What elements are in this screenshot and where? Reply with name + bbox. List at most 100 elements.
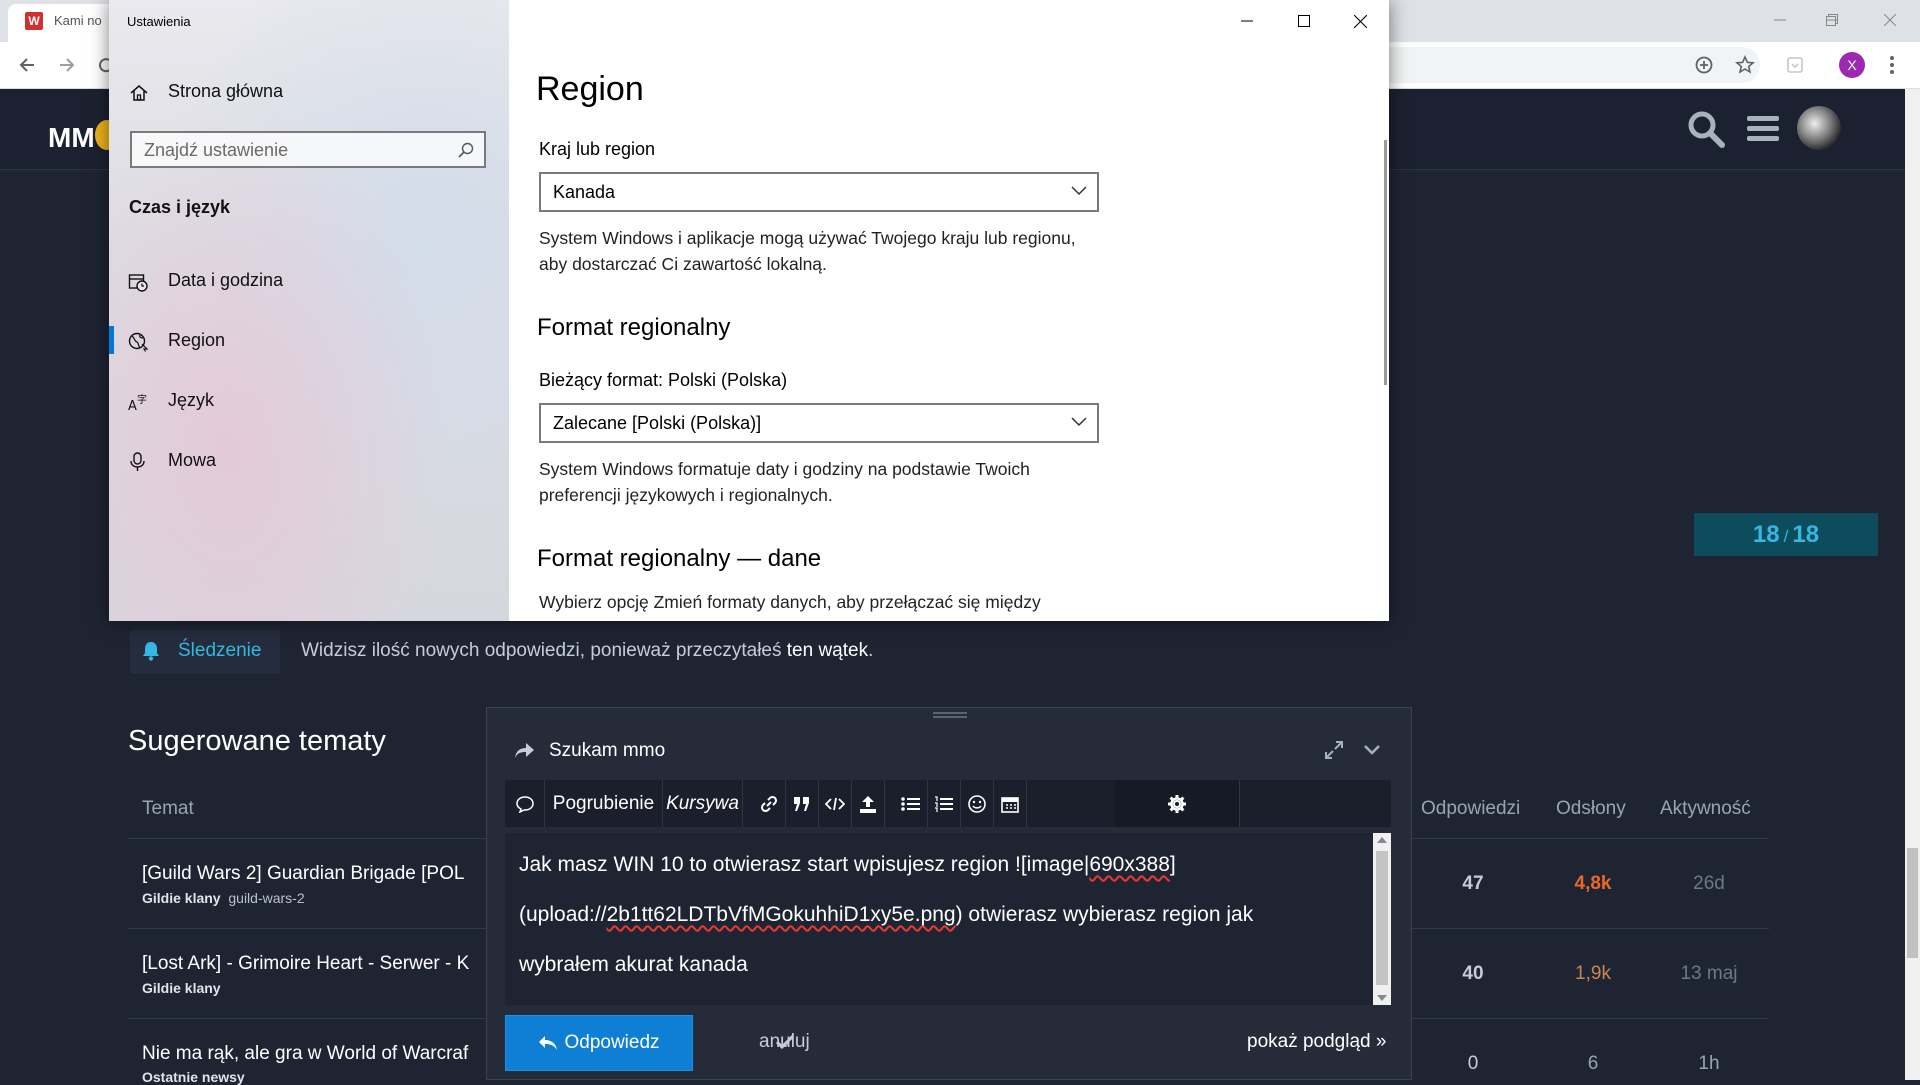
profile-avatar: X [1839,52,1865,78]
views-count: 4,8k [1574,873,1612,894]
scroll-down-icon[interactable] [1377,995,1387,1001]
code-button[interactable] [819,780,852,827]
tracking-topic-link[interactable]: ten wątek [787,640,868,661]
settings-close-button[interactable] [1332,0,1389,42]
quote-button[interactable] [786,780,819,827]
editor-scrollbar-thumb[interactable] [1376,851,1388,985]
forum-logo[interactable]: MM [48,122,95,154]
nav-label: Język [168,390,215,410]
settings-section-title: Czas i język [129,197,231,217]
settings-page-title: Region [536,70,644,108]
nav-item-language[interactable]: A字 Język [109,378,509,426]
collapse-composer-button[interactable] [1363,743,1381,757]
install-app-button[interactable] [1690,51,1718,79]
category-name[interactable]: Gildie klany [142,980,221,996]
column-topic[interactable]: Temat [142,798,194,820]
show-preview-link[interactable]: pokaż podgląd » [1247,1031,1386,1053]
forum-user-avatar[interactable] [1797,106,1841,150]
calendar-clock-icon [128,272,148,292]
restore-icon [1826,14,1838,26]
tab-title[interactable]: Kami no [54,13,102,28]
microphone-icon [128,452,148,472]
topic-tag[interactable]: guild-wars-2 [228,890,304,906]
format-dropdown[interactable]: Zalecane [Polski (Polska)] [539,403,1099,443]
bold-button[interactable]: Pogrubienie [545,780,663,827]
link-button[interactable] [753,780,786,827]
nav-item-region[interactable]: Region [109,318,509,366]
settings-maximize-button[interactable] [1275,0,1332,42]
nav-item-speech[interactable]: Mowa [109,438,509,486]
bell-icon [142,641,160,661]
country-dropdown[interactable]: Kanada [539,172,1099,212]
bookmark-button[interactable] [1731,51,1759,79]
settings-minimize-button[interactable] [1218,0,1275,42]
tracking-label[interactable]: Śledzenie [178,640,261,662]
topic-category[interactable]: Ostatnie newsy [142,1069,245,1085]
more-vertical-icon [1890,56,1894,74]
extension-button[interactable] [1781,51,1809,79]
scroll-up-icon[interactable] [1377,837,1387,843]
browser-minimize[interactable] [1756,0,1804,40]
numbered-list-icon [935,795,953,812]
italic-button[interactable]: Kursywa [663,780,743,827]
upload-button[interactable] [852,780,885,827]
replies-count: 47 [1462,873,1484,894]
search-placeholder: Znajdź ustawienie [144,140,289,160]
link-icon [760,795,778,812]
forum-menu-button[interactable] [1747,115,1779,143]
activity-time[interactable]: 13 maj [1664,963,1754,985]
page-scrollbar-thumb[interactable] [1907,848,1918,958]
activity-time[interactable]: 26d [1664,873,1754,895]
toggle-toolbar-button[interactable] [505,780,545,827]
activity-time[interactable]: 1h [1664,1053,1754,1075]
editor-text-segment: ] [1169,853,1176,876]
topic-title[interactable]: [Lost Ark] - Grimoire Heart - Serwer - K [142,953,469,975]
close-icon [1884,14,1896,26]
column-views[interactable]: Odsłony [1556,798,1626,820]
expand-composer-button[interactable] [1325,741,1343,759]
composer-resize-grip[interactable] [933,712,967,718]
home-label[interactable]: Strona główna [168,81,283,102]
settings-search-input[interactable]: Znajdź ustawienie [130,131,486,168]
category-name[interactable]: Gildie klany [142,890,221,906]
topic-title[interactable]: [Guild Wars 2] Guardian Brigade [POL [142,863,464,885]
editor-line: (upload://2b1tt62LDTbVfMGokuhhiD1xy5e.pn… [519,903,1253,927]
editor-text-misspelled: 690x388 [1089,853,1170,876]
back-button[interactable] [13,51,41,79]
nav-item-date-time[interactable]: Data i godzina [109,258,509,306]
suggested-topics-title: Sugerowane tematy [128,725,386,757]
country-description: System Windows i aplikacje mogą używać T… [539,228,1076,274]
bullet-list-button[interactable] [895,780,928,827]
topic-progress[interactable]: 18/18 [1694,513,1878,556]
search-icon [1688,111,1725,148]
numbered-list-button[interactable] [928,780,961,827]
date-button[interactable] [994,780,1027,827]
profile-button[interactable]: X [1838,51,1866,79]
browser-close[interactable] [1866,0,1914,40]
topic-category[interactable]: Gildie klany [142,980,221,996]
column-activity[interactable]: Aktywność [1660,798,1751,820]
browser-maximize[interactable] [1808,0,1856,40]
forum-search-button[interactable] [1687,110,1725,148]
smile-icon [968,794,986,813]
extension-icon [1787,57,1803,73]
forward-button[interactable] [53,51,81,79]
search-icon[interactable] [458,142,474,158]
reply-submit-button[interactable]: Odpowiedz [505,1015,693,1071]
options-button[interactable] [1115,780,1240,827]
column-replies[interactable]: Odpowiedzi [1421,798,1520,820]
reply-textarea[interactable]: Jak masz WIN 10 to otwierasz start wpisu… [505,833,1373,1005]
settings-sidebar: Ustawienia Strona główna Znajdź ustawien… [109,0,509,621]
topic-category[interactable]: Gildie klany guild-wars-2 [142,890,305,906]
settings-scrollbar[interactable] [1384,140,1387,385]
topic-title[interactable]: Nie ma rąk, ale gra w World of Warcraf [142,1043,468,1065]
country-value: Kanada [553,182,616,202]
browser-menu-button[interactable] [1878,51,1906,79]
editor-text-segment: ) otwierasz wybierasz region jak [955,903,1254,926]
arrow-left-icon [19,58,34,72]
close-icon [1354,14,1367,28]
gear-icon [1168,794,1186,813]
progress-separator: / [1783,527,1789,546]
emoji-button[interactable] [961,780,994,827]
category-name[interactable]: Ostatnie newsy [142,1069,245,1085]
